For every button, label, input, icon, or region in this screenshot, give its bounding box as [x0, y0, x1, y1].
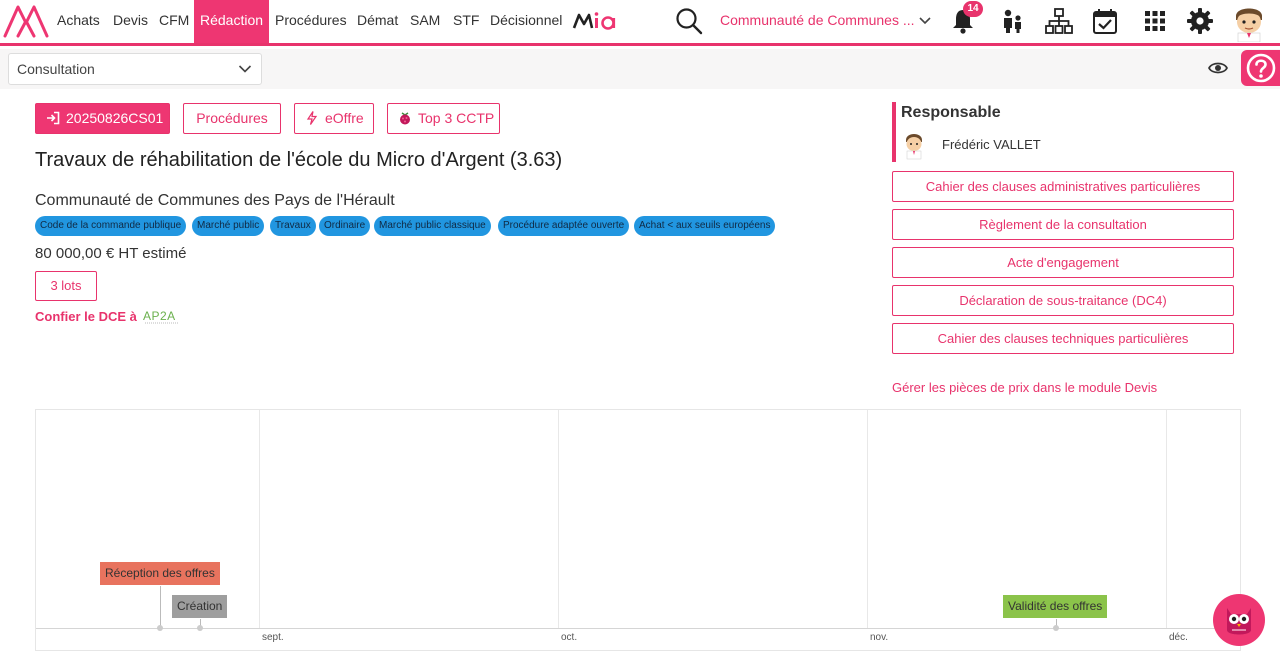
- top3-cctp-label: Top 3 CCTP: [418, 110, 495, 126]
- timeline-dot: [197, 625, 203, 631]
- lots-button[interactable]: 3 lots: [35, 271, 97, 301]
- timeline: sept. oct. nov. déc. Réception des offre…: [35, 409, 1242, 651]
- mode-select-value: Consultation: [17, 61, 95, 77]
- timeline-dot: [1053, 625, 1059, 631]
- responsable-accent-bar: [892, 102, 896, 162]
- procedures-label: Procédures: [196, 110, 268, 126]
- top-navigation-bar: Achats Devis CFM Rédaction Procédures Dé…: [0, 0, 1280, 46]
- chevron-down-icon: [238, 65, 252, 73]
- timeline-gridline: [867, 410, 868, 628]
- top3-cctp-button[interactable]: Top 3 CCTP: [387, 103, 500, 134]
- timeline-month-oct: oct.: [561, 632, 578, 643]
- mode-select[interactable]: Consultation: [8, 53, 262, 85]
- timeline-dot: [157, 625, 163, 631]
- eoffre-button[interactable]: eOffre: [294, 103, 374, 134]
- reference-button[interactable]: 20250826CS01: [35, 103, 170, 134]
- chip-marche-public-classique: Marché public classique: [374, 216, 491, 236]
- nav-item-sam[interactable]: SAM: [410, 0, 440, 43]
- mia-logo-icon[interactable]: [572, 10, 618, 32]
- chip-achat-seuils: Achat < aux seuils européens: [634, 216, 776, 236]
- question-icon: [1246, 53, 1276, 83]
- reference-label: 20250826CS01: [66, 110, 164, 126]
- organization-name: Communauté de Communes des Pays de l'Hér…: [35, 192, 395, 209]
- timeline-axis: [36, 628, 1242, 629]
- doc-dc4-button[interactable]: Déclaration de sous-traitance (DC4): [892, 285, 1234, 316]
- user-avatar-icon[interactable]: [1232, 2, 1266, 42]
- raspberry-icon: [400, 112, 410, 125]
- owl-icon: [1227, 608, 1251, 635]
- nav-item-cfm[interactable]: CFM: [159, 0, 189, 43]
- organization-select[interactable]: Communauté de Communes ...: [720, 12, 940, 32]
- timeline-month-dec: déc.: [1169, 632, 1188, 643]
- timeline-gridline: [259, 410, 260, 628]
- nav-item-procedures[interactable]: Procédures: [275, 0, 347, 43]
- eye-icon[interactable]: [1208, 59, 1228, 77]
- doc-cctp-button[interactable]: Cahier des clauses techniques particuliè…: [892, 323, 1234, 354]
- timeline-gridline: [558, 410, 559, 628]
- doc-reglement-button[interactable]: Règlement de la consultation: [892, 209, 1234, 240]
- chip-procedure-adaptee-ouverte: Procédure adaptée ouverte: [498, 216, 630, 236]
- responsable-title: Responsable: [901, 104, 1001, 121]
- timeline-event-validite-offres[interactable]: Validité des offres: [1003, 595, 1108, 618]
- calendar-check-icon[interactable]: [1090, 6, 1120, 36]
- chip-code-commande-publique: Code de la commande publique: [35, 216, 187, 236]
- chip-travaux: Travaux: [270, 216, 316, 236]
- search-icon[interactable]: [674, 6, 704, 36]
- nav-item-demat[interactable]: Démat: [357, 0, 398, 43]
- doc-ccap-button[interactable]: Cahier des clauses administratives parti…: [892, 171, 1234, 202]
- notification-badge: 14: [963, 1, 983, 17]
- users-icon[interactable]: [998, 6, 1028, 36]
- org-chart-icon[interactable]: [1044, 6, 1074, 36]
- chevron-down-icon[interactable]: [918, 14, 932, 28]
- chip-ordinaire: Ordinaire: [319, 216, 371, 236]
- timeline-gridline: [1166, 410, 1167, 628]
- eoffre-label: eOffre: [325, 110, 364, 126]
- sign-in-icon: [47, 111, 60, 125]
- page-title: Travaux de réhabilitation de l'école du …: [35, 149, 563, 171]
- nav-item-decisionnel[interactable]: Décisionnel: [490, 0, 562, 43]
- app-logo-icon[interactable]: [2, 3, 50, 39]
- nav-item-redaction[interactable]: Rédaction: [194, 0, 270, 43]
- timeline-event-creation[interactable]: Création: [172, 595, 228, 618]
- bolt-icon: [306, 111, 318, 125]
- procedures-button[interactable]: Procédures: [183, 103, 281, 134]
- timeline-month-sept: sept.: [262, 632, 284, 643]
- doc-acte-engagement-button[interactable]: Acte d'engagement: [892, 247, 1234, 278]
- ap2a-logo-text: AP2A: [143, 309, 176, 323]
- ap2a-logo[interactable]: AP2A: [142, 308, 182, 326]
- gear-icon[interactable]: [1185, 6, 1215, 36]
- help-button[interactable]: [1241, 50, 1280, 86]
- timeline-event-reception-offres[interactable]: Réception des offres: [100, 562, 220, 585]
- dce-label: Confier le DCE à: [35, 309, 137, 324]
- nav-item-achats[interactable]: Achats: [57, 0, 100, 43]
- apps-grid-icon[interactable]: [1140, 6, 1170, 36]
- estimated-amount: 80 000,00 € HT estimé: [35, 245, 187, 262]
- assistant-button[interactable]: [1213, 594, 1265, 646]
- responsable-name[interactable]: Frédéric VALLET: [942, 137, 1041, 152]
- timeline-month-nov: nov.: [870, 632, 889, 643]
- timeline-stem: [160, 586, 161, 628]
- devis-module-link[interactable]: Gérer les pièces de prix dans le module …: [892, 380, 1157, 395]
- chip-marche-public: Marché public: [192, 216, 265, 236]
- responsable-avatar-icon: [906, 134, 922, 160]
- nav-item-stf[interactable]: STF: [453, 0, 479, 43]
- nav-item-devis[interactable]: Devis: [113, 0, 148, 43]
